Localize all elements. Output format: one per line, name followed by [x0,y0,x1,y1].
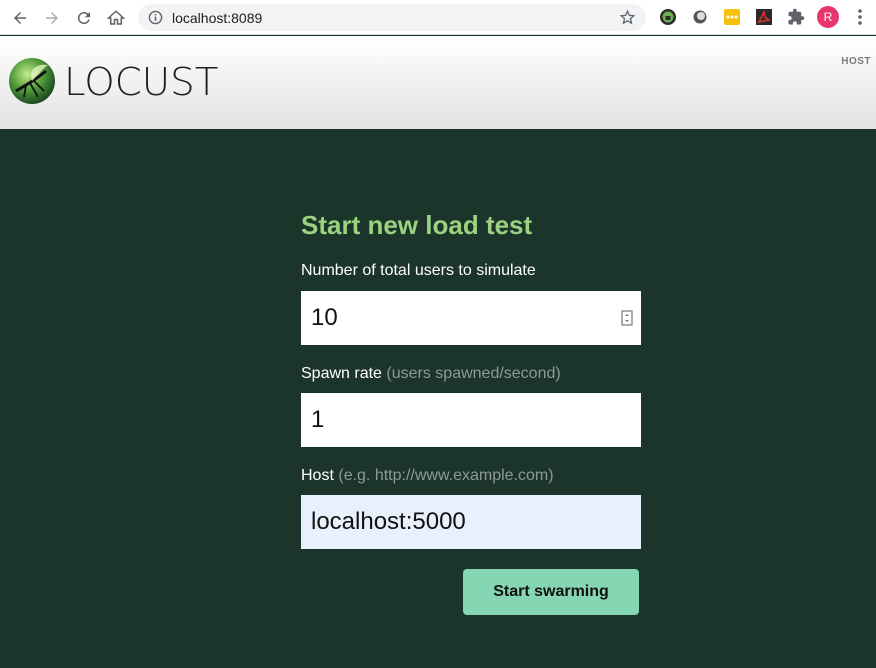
host-label: Host (e.g. http://www.example.com) [301,467,554,485]
address-bar[interactable]: localhost:8089 [138,4,646,31]
reload-icon [77,12,90,25]
menu-icon[interactable] [852,8,868,26]
back-button[interactable] [7,5,33,31]
dots-extension-icon[interactable] [723,8,741,26]
start-swarming-button[interactable]: Start swarming [463,569,639,615]
forward-button[interactable] [39,5,65,31]
home-icon [107,10,125,25]
host-input-value: localhost:5000 [311,508,466,535]
start-swarming-label: Start swarming [493,583,609,600]
app-header: LOCUST HOST [0,36,876,129]
form-title: Start new load test [301,210,533,240]
logo-text: LOCUST [64,60,219,104]
spinner-icon[interactable] [621,310,633,326]
info-icon[interactable] [148,10,163,25]
spawn-rate-input[interactable]: 1 [301,393,641,447]
host-nav-label: HOST [841,56,871,67]
spawn-rate-label: Spawn rate (users spawned/second) [301,365,561,383]
locust-logo-icon[interactable] [8,57,56,105]
pdf-extension-icon[interactable] [755,8,773,26]
spawn-rate-label-text: Spawn rate [301,365,382,382]
host-hint: (e.g. http://www.example.com) [338,467,554,484]
host-input[interactable]: localhost:5000 [301,495,641,549]
users-input-value: 10 [311,304,338,331]
host-label-text: Host [301,467,334,484]
browser-toolbar: localhost:8089 R [0,0,876,35]
back-icon [14,12,26,24]
spawn-rate-input-value: 1 [311,406,325,433]
forward-icon [46,12,58,24]
spawn-rate-hint: (users spawned/second) [386,365,561,382]
reload-button[interactable] [71,5,97,31]
users-label-text: Number of total users to simulate [301,262,536,279]
lock-extension-icon[interactable] [659,8,677,26]
profile-avatar[interactable]: R [817,6,839,28]
users-input[interactable]: 10 [301,291,641,345]
home-button[interactable] [103,5,129,31]
extension-icon[interactable] [787,8,805,26]
star-icon[interactable] [619,9,636,26]
circle-extension-icon[interactable] [691,8,709,26]
users-label: Number of total users to simulate [301,262,536,280]
url-text: localhost:8089 [172,10,263,26]
